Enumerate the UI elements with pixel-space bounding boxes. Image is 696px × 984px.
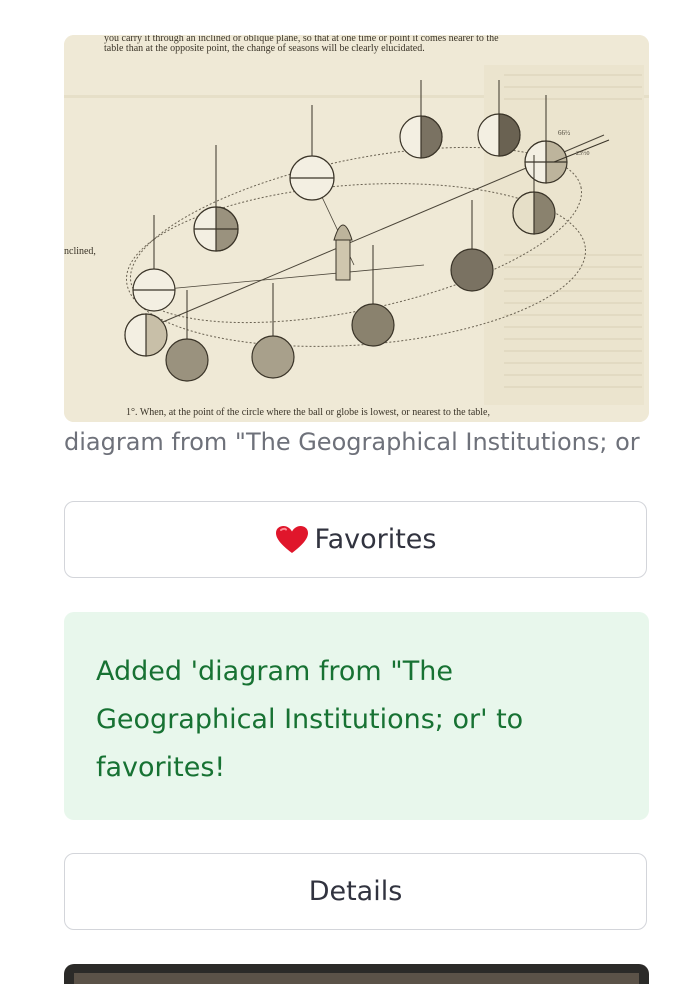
engraving-margin-word: nclined, [64,246,96,257]
favorites-button[interactable]: Favorites [64,501,647,578]
success-alert: Added 'diagram from "The Geographical In… [64,612,649,820]
next-image-card[interactable] [64,964,649,984]
details-button[interactable]: Details [64,853,647,930]
angle-label: 66½ [558,129,570,137]
page: you carry it through an inclined or obli… [0,0,696,984]
diagram-image[interactable]: you carry it through an inclined or obli… [64,35,649,422]
next-image-preview [74,973,639,984]
engraving-text-line: 1°. When, at the point of the circle whe… [126,407,490,418]
heart-icon [275,525,308,553]
success-message: Added 'diagram from "The Geographical In… [96,656,524,783]
engraving-text-line: table than at the opposite point, the ch… [104,43,425,54]
image-caption: diagram from "The Geographical Instituti… [64,428,640,456]
angle-label: 23½0 [576,150,590,157]
favorites-button-label: Favorites [314,524,437,555]
engraving-seasons-diagram-icon: you carry it through an inclined or obli… [64,35,649,422]
details-button-label: Details [308,876,403,907]
